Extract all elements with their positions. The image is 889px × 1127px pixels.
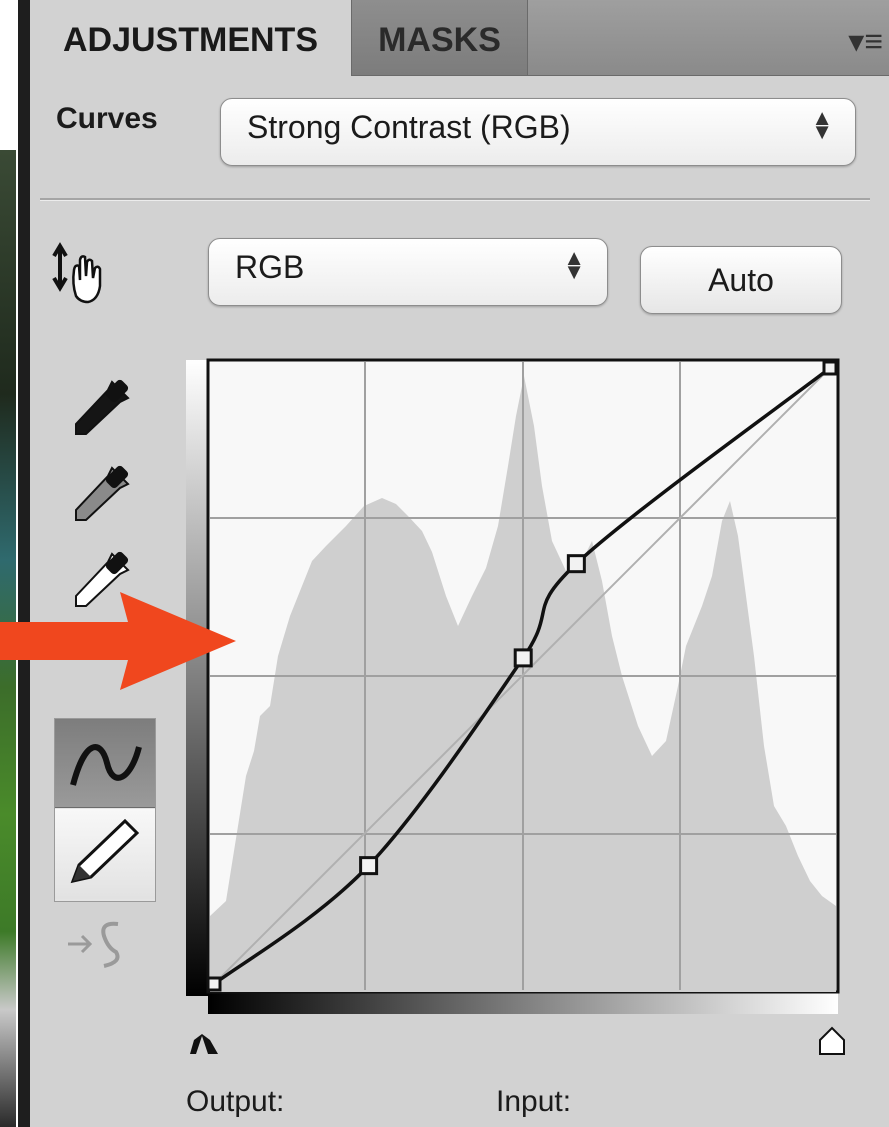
curve-control-point[interactable] xyxy=(822,360,838,376)
adjustments-panel: ADJUSTMENTS MASKS ▾≡ Curves Strong Contr… xyxy=(18,0,889,1127)
pencil-tool-button[interactable] xyxy=(55,809,155,899)
smooth-curve-icon[interactable] xyxy=(64,912,144,972)
background-area xyxy=(0,0,20,150)
dropdown-arrows-icon: ▲ ▼ xyxy=(811,105,833,144)
tab-bar: ADJUSTMENTS MASKS ▾≡ xyxy=(30,0,889,76)
curve-point-tool-button[interactable] xyxy=(55,719,155,808)
curves-label: Curves xyxy=(56,102,158,135)
tab-masks[interactable]: MASKS xyxy=(352,0,528,75)
pencil-icon xyxy=(70,818,140,884)
tab-adjustments[interactable]: ADJUSTMENTS xyxy=(30,0,352,76)
preset-value: Strong Contrast (RGB) xyxy=(247,109,571,145)
preset-dropdown[interactable]: Strong Contrast (RGB) ▲ ▼ xyxy=(220,98,856,166)
output-label: Output: xyxy=(186,1085,285,1118)
input-gradient-bar xyxy=(208,992,838,1014)
curve-point-icon xyxy=(70,744,142,786)
targeted-adjustment-hand-icon[interactable] xyxy=(48,240,118,310)
input-sliders xyxy=(190,1026,845,1055)
curve-control-point[interactable] xyxy=(359,856,379,876)
panel-menu-icon[interactable]: ▾≡ xyxy=(848,22,883,60)
red-arrow-annotation xyxy=(0,592,236,690)
channel-dropdown[interactable]: RGB ▲ ▼ xyxy=(208,238,608,306)
separator xyxy=(40,198,870,201)
curve-tool-group xyxy=(54,718,156,902)
white-point-slider[interactable] xyxy=(819,1026,845,1055)
curve-control-point[interactable] xyxy=(513,648,533,668)
gray-point-eyedropper-icon[interactable] xyxy=(68,458,138,528)
curve-control-point[interactable] xyxy=(566,554,586,574)
curves-graph[interactable] xyxy=(186,356,842,1046)
black-point-eyedropper-icon[interactable] xyxy=(68,372,138,442)
black-point-slider[interactable] xyxy=(190,1034,218,1054)
curve-control-point[interactable] xyxy=(206,976,222,992)
dropdown-arrows-icon: ▲ ▼ xyxy=(563,245,585,284)
auto-button[interactable]: Auto xyxy=(640,246,842,314)
input-label: Input: xyxy=(496,1085,572,1118)
panel-border xyxy=(18,0,30,1127)
channel-value: RGB xyxy=(235,249,305,285)
